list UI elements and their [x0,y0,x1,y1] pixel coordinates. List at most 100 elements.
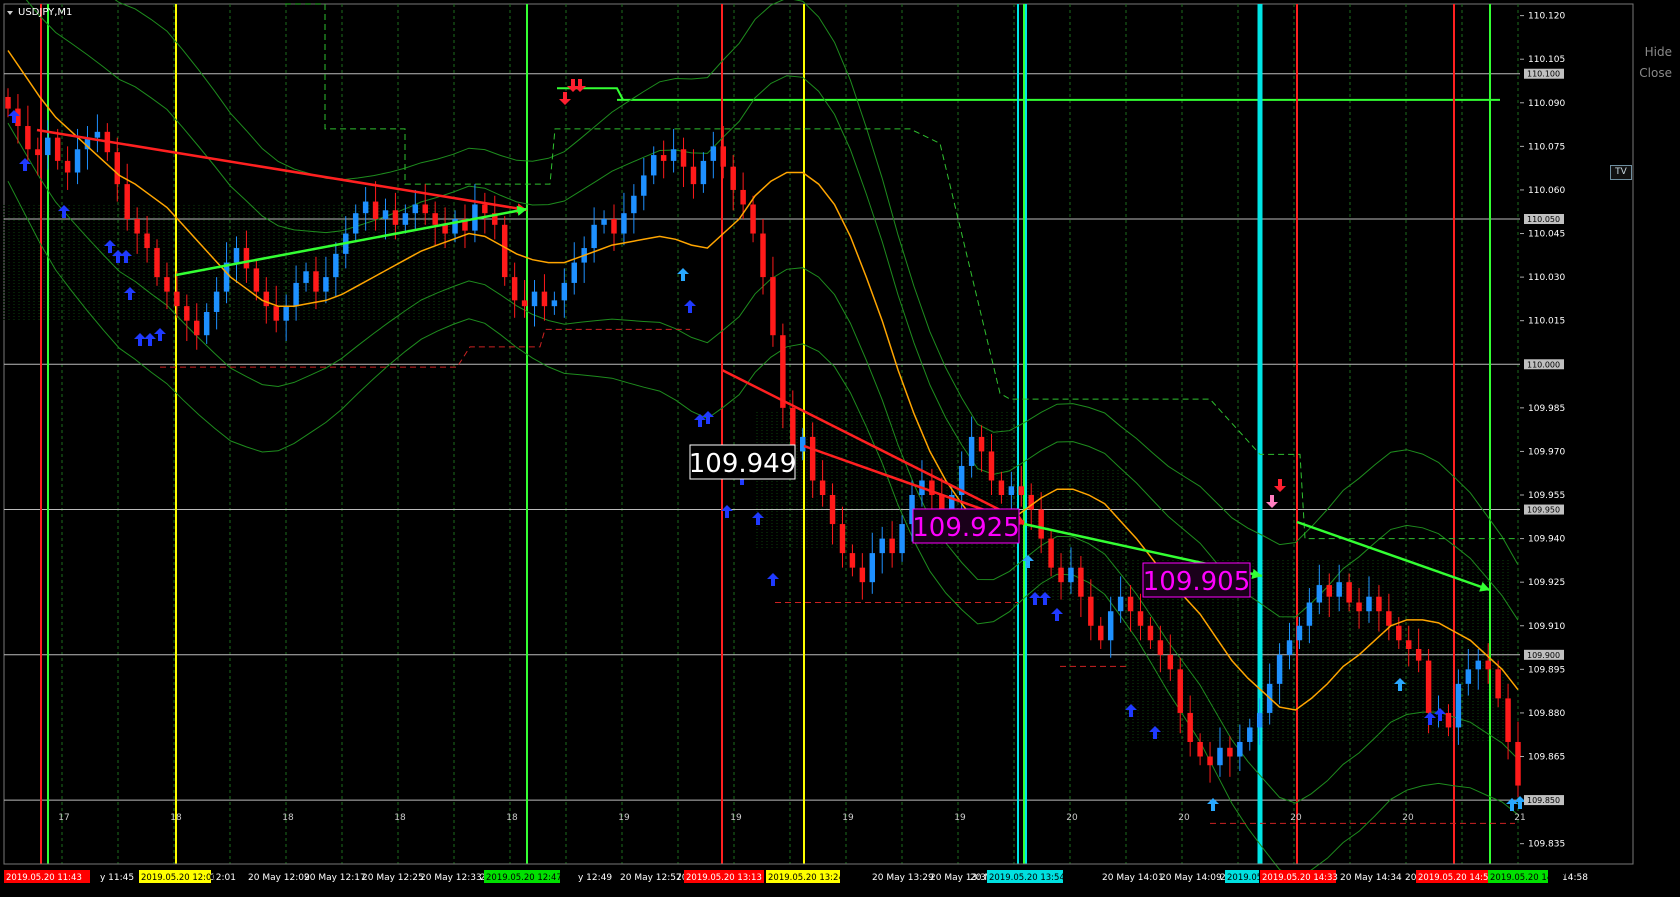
time-tag-label: 2019.05.20 14:57 [1490,873,1566,883]
candle-body [730,166,736,190]
time-label: 20 May 14:01 [1102,873,1164,883]
candle-body [1247,727,1253,742]
candle-body [1485,660,1491,670]
candle-body [1227,747,1233,757]
axis-tick-label: 109.880 [1528,709,1565,719]
candle-body [849,553,856,568]
candle-body [551,300,558,307]
candle-body [750,204,756,234]
axis-tick-label: 109.955 [1528,491,1565,501]
time-tag-label: 2019.05.20 13:24 [768,873,844,883]
close-button[interactable]: Close [1639,66,1672,80]
candle-body [5,96,11,109]
candle-body [412,204,419,214]
chart-canvas[interactable]: 109.949 109.925 109.905 110.120 110.105 110.… [0,0,1680,897]
time-tag-label: 2019.05.20 12:00 [141,873,217,883]
hide-button[interactable]: Hide [1645,45,1672,59]
price-label-text: 109.905 [1143,567,1251,597]
candle-body [1167,654,1174,670]
candle-body [1038,509,1044,539]
candle-body [94,131,101,138]
axis-tick-label: 109.865 [1528,753,1565,763]
day-marker: 18 [506,813,518,823]
candle-body [1256,712,1263,728]
candle-body [174,291,180,307]
day-marker: 19 [954,813,966,823]
candle-body [1177,669,1183,713]
candle-body [45,137,51,156]
candle-body [74,149,81,173]
candle-body [889,538,895,554]
candle-body [501,224,508,278]
candle-body [1356,602,1362,612]
candle-body [968,436,975,466]
day-marker: 17 [58,813,69,823]
axis-tick-label: 109.970 [1528,447,1565,457]
candle-body [710,146,717,161]
axis-tick-label: 109.940 [1528,535,1565,545]
candle-body [114,152,121,185]
candle-body [819,480,826,496]
candle-body [670,149,677,161]
candle-body [25,126,31,150]
candle-body [511,277,518,301]
axis-tick-label: 110.045 [1528,230,1565,240]
time-label: y 11:45 [100,873,134,883]
time-label: 20 May 14:34 [1340,873,1402,883]
candle-body [1147,625,1154,641]
candle-body [1336,582,1342,597]
candle-body [323,277,329,292]
time-label: 14:58 [1562,873,1588,883]
candle-body [899,524,905,554]
candle-body [54,137,61,161]
axis-tick-label: 109.910 [1528,622,1565,632]
time-tag-label: 2019.05.20 14:51 [1418,873,1494,883]
time-label: 20 May 12:09 [248,873,310,883]
candle-body [650,155,657,176]
candle-body [829,495,836,525]
axis-tick-label: 110.105 [1528,55,1565,65]
candle-body [760,233,766,278]
tv-badge[interactable]: TV [1610,165,1632,180]
symbol-title: USDJPY,M1 [18,7,72,18]
candle-body [740,189,746,205]
axis-tick-label: 110.090 [1528,99,1565,109]
candle-body [154,248,160,278]
candle-body [571,262,577,283]
axis-tick-label: 110.075 [1528,142,1565,152]
candle-body [879,538,885,554]
time-tag-label: 2019.05. [1227,873,1265,883]
time-tag-label: 2019.05.20 13:54 [989,873,1065,883]
candle-body [1386,611,1392,626]
candle-body [213,291,220,312]
candle-body [1455,683,1462,728]
candle-body [15,108,21,127]
candle-body [422,204,428,214]
candle-body [1475,660,1481,670]
candle-body [283,306,289,321]
candle-body [1505,698,1511,742]
candle-body [1316,585,1323,603]
candle-body [164,277,170,292]
axis-tick-label: 110.030 [1528,273,1565,283]
candle-body [1396,625,1402,641]
candle-body [988,451,995,481]
candle-body [184,306,190,321]
candle-body [243,248,250,269]
candle-body [1018,486,1025,496]
candle-body [402,213,409,225]
candle-body [1495,669,1501,699]
candle-body [1237,741,1243,757]
candle-body [352,213,359,234]
level-tag-label: 110.050 [1527,215,1560,224]
candle-body [313,271,319,292]
time-label: 20 May 14:09 [1160,873,1222,883]
time-label: 20 May 12:57 [620,873,682,883]
level-tag-label: 109.850 [1527,796,1560,805]
candle-body [1008,486,1015,496]
axis-tick-label: 109.985 [1528,404,1565,414]
candle-body [1207,756,1213,766]
candle-body [293,282,299,307]
day-marker: 20 [1290,813,1302,823]
candle-body [700,160,707,185]
